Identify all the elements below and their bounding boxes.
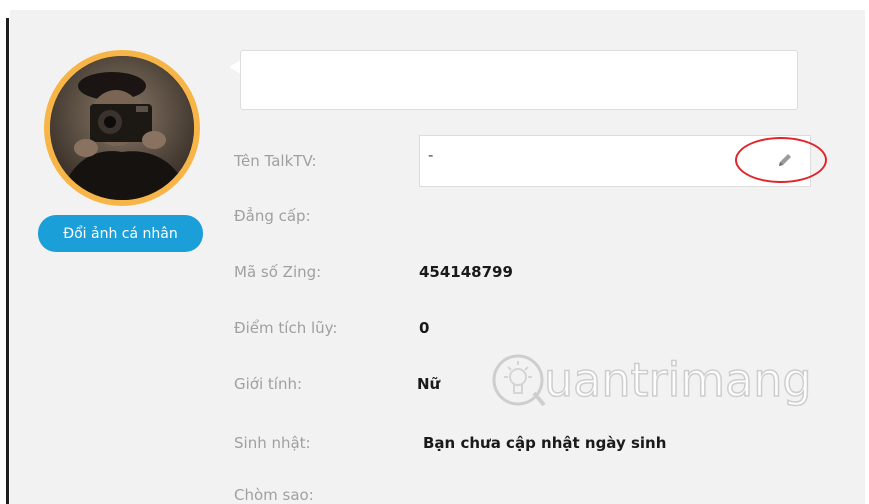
status-input[interactable] bbox=[240, 50, 798, 110]
gender-label: Giới tính: bbox=[234, 375, 303, 393]
talktv-name-label: Tên TalkTV: bbox=[234, 152, 317, 170]
birthday-value: Bạn chưa cập nhật ngày sinh bbox=[423, 434, 667, 452]
zodiac-label: Chòm sao: bbox=[234, 486, 314, 504]
birthday-label: Sinh nhật: bbox=[234, 434, 311, 452]
avatar bbox=[44, 50, 200, 206]
points-value: 0 bbox=[419, 319, 430, 337]
window-top-strip bbox=[10, 0, 865, 10]
avatar-photo bbox=[50, 56, 194, 200]
edit-name-button[interactable] bbox=[735, 137, 827, 183]
window-right-border bbox=[865, 0, 869, 504]
window-left-border bbox=[0, 0, 10, 504]
points-label: Điểm tích lũy: bbox=[234, 319, 338, 337]
gender-value: Nữ bbox=[417, 375, 441, 393]
watermark: uantrimang bbox=[488, 344, 828, 416]
watermark-logo bbox=[492, 354, 546, 407]
zing-id-label: Mã số Zing: bbox=[234, 263, 322, 281]
change-avatar-button[interactable]: Đổi ảnh cá nhân bbox=[38, 215, 203, 252]
watermark-text: uantrimang bbox=[543, 353, 812, 407]
talktv-name-value: - bbox=[428, 146, 434, 164]
rank-label: Đẳng cấp: bbox=[234, 207, 311, 225]
pencil-icon bbox=[779, 154, 791, 166]
zing-id-value: 454148799 bbox=[419, 263, 513, 281]
